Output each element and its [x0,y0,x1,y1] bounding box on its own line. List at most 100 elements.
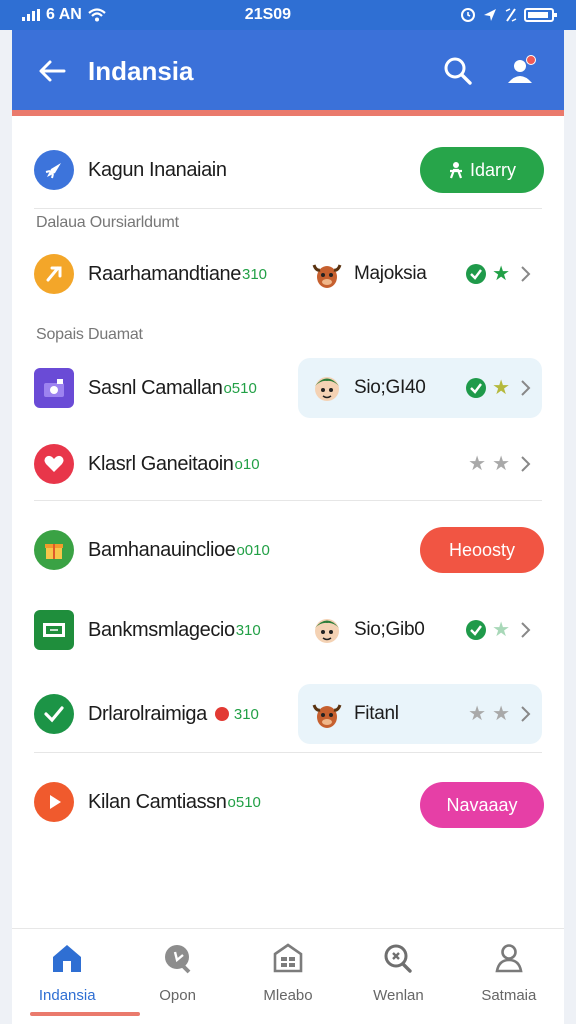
list-item-tag: o510 [223,379,257,397]
alarm-icon [461,8,475,22]
partner-card[interactable]: Majoksia ★ [298,244,542,304]
star-icon[interactable]: ★ [492,704,510,724]
star-icon[interactable]: ★ [492,264,510,284]
list-item[interactable]: Klasrl Ganeitaoin o10 ★ ★ [12,432,564,496]
card-icon [34,610,74,650]
list-item[interactable]: Bamhanauinclioe o010 Heoosty [12,518,564,582]
status-bar: 6 AN 21S09 [0,0,576,30]
chevron-right-icon [521,622,531,638]
bolt-icon [34,254,74,294]
list-item[interactable]: Sasnl Camallan o510 Sio;GI40 ★ [12,356,564,420]
nav-label: Opon [159,987,196,1004]
partner-name: Sio;GI40 [354,377,426,398]
refresh-icon [381,941,415,975]
action-button[interactable]: Navaaay [420,782,544,828]
list-item-label: Sasnl Camallan [88,376,223,399]
list-item-label: Raarhamandtiane [88,262,241,285]
list-item[interactable]: Raarhamandtiane 310 Majoksia ★ [12,242,564,306]
home-icon [50,941,84,975]
signal-icon [22,9,40,21]
star-icon[interactable]: ★ [492,454,510,474]
chat-icon [161,941,195,975]
nav-item-profile[interactable]: Satmaia [454,929,564,1024]
bull-avatar [312,264,342,288]
star-icon[interactable]: ★ [468,454,486,474]
nav-label: Mleabo [263,987,313,1004]
kid-avatar [315,619,339,643]
list-item-tag: o10 [234,455,260,473]
list-item[interactable]: Drlarolraimiga 310 Fitanl ★ ★ [12,682,564,746]
check-icon [466,620,487,640]
rocket-icon [34,150,74,190]
play-icon [34,782,74,822]
nav-label: Indansia [38,987,96,1004]
action-button[interactable]: Heoosty [420,527,544,573]
list-item-label: Bankmsmlagecio [88,618,235,641]
notification-badge [526,55,536,65]
partner-card[interactable]: Sio;Gib0 ★ [298,600,542,660]
content-list: Kagun Inanaiain Idarry Dalaua Oursiarldu… [12,116,564,926]
nav-item-open[interactable]: Opon [122,929,232,1024]
vibrate-icon [505,8,517,22]
arrow-left-icon [39,60,66,82]
status-time: 6 AN [46,6,82,23]
check-circle-icon [34,694,74,734]
heart-icon [34,444,74,484]
partner-name: Sio;Gib0 [354,619,425,640]
search-button[interactable] [436,49,480,93]
kid-avatar [315,377,339,401]
action-button-label: Navaaay [446,794,518,815]
primary-action-label: Idarry [469,159,516,180]
profile-button[interactable] [498,49,542,93]
bull-avatar [312,704,342,728]
list-item-tag: o010 [236,541,270,559]
nav-label: Satmaia [481,987,537,1004]
check-icon [466,264,487,284]
wifi-icon [88,8,106,22]
nav-item-mleabo[interactable]: Mleabo [233,929,343,1024]
list-item-tag: 310 [242,265,268,283]
top-item-row[interactable]: Kagun Inanaiain Idarry [12,138,564,202]
nav-item-wenlan[interactable]: Wenlan [343,929,453,1024]
nav-label: Wenlan [373,987,424,1004]
star-icon[interactable]: ★ [492,378,510,398]
flag-dot [214,707,229,721]
camera-icon [34,368,74,408]
top-item-label: Kagun Inanaiain [88,158,227,181]
list-item[interactable]: Bankmsmlagecio 310 Sio;Gib0 ★ [12,598,564,662]
star-icon[interactable]: ★ [492,620,510,640]
list-item-label: Bamhanauinclioe [88,538,236,561]
divider [34,208,542,209]
chevron-right-icon [521,266,531,282]
list-item-label: Drlarolraimiga [88,702,207,725]
status-clock: 21S09 [244,6,292,23]
chevron-right-icon [521,380,531,396]
star-icon[interactable]: ★ [468,704,486,724]
chevron-right-icon [521,706,531,722]
primary-action-button[interactable]: Idarry [420,147,544,193]
action-button-label: Heoosty [448,539,516,560]
page-title: Indansia [88,55,194,86]
list-item-label: Klasrl Ganeitaoin [88,452,234,475]
user-icon [492,941,526,975]
list-item-tag: 310 [235,621,261,639]
list-item-tag: 310 [233,705,259,723]
nav-item-home[interactable]: Indansia [12,929,140,1024]
gift-icon [34,530,74,570]
section-title: Dalaua Oursiarldumt [36,214,179,231]
list-item-label: Kilan Camtiassn [88,790,227,813]
search-icon [444,57,472,85]
battery-icon [524,8,557,22]
bottom-nav: Indansia Opon Mleabo Wenlan Satmaia [12,928,564,1024]
partner-card[interactable]: Fitanl ★ ★ [298,684,542,744]
location-icon [484,9,496,21]
partner-card[interactable]: Sio;GI40 ★ [298,358,542,418]
back-button[interactable] [34,53,70,89]
person-icon [449,162,463,179]
partner-name: Majoksia [354,263,427,284]
list-item[interactable]: Kilan Camtiassn o510 Navaaay [12,770,564,834]
section-title: Sopais Duamat [36,326,143,343]
chevron-right-icon [521,456,531,472]
list-item-tag: o510 [227,793,261,811]
building-icon [271,941,305,975]
